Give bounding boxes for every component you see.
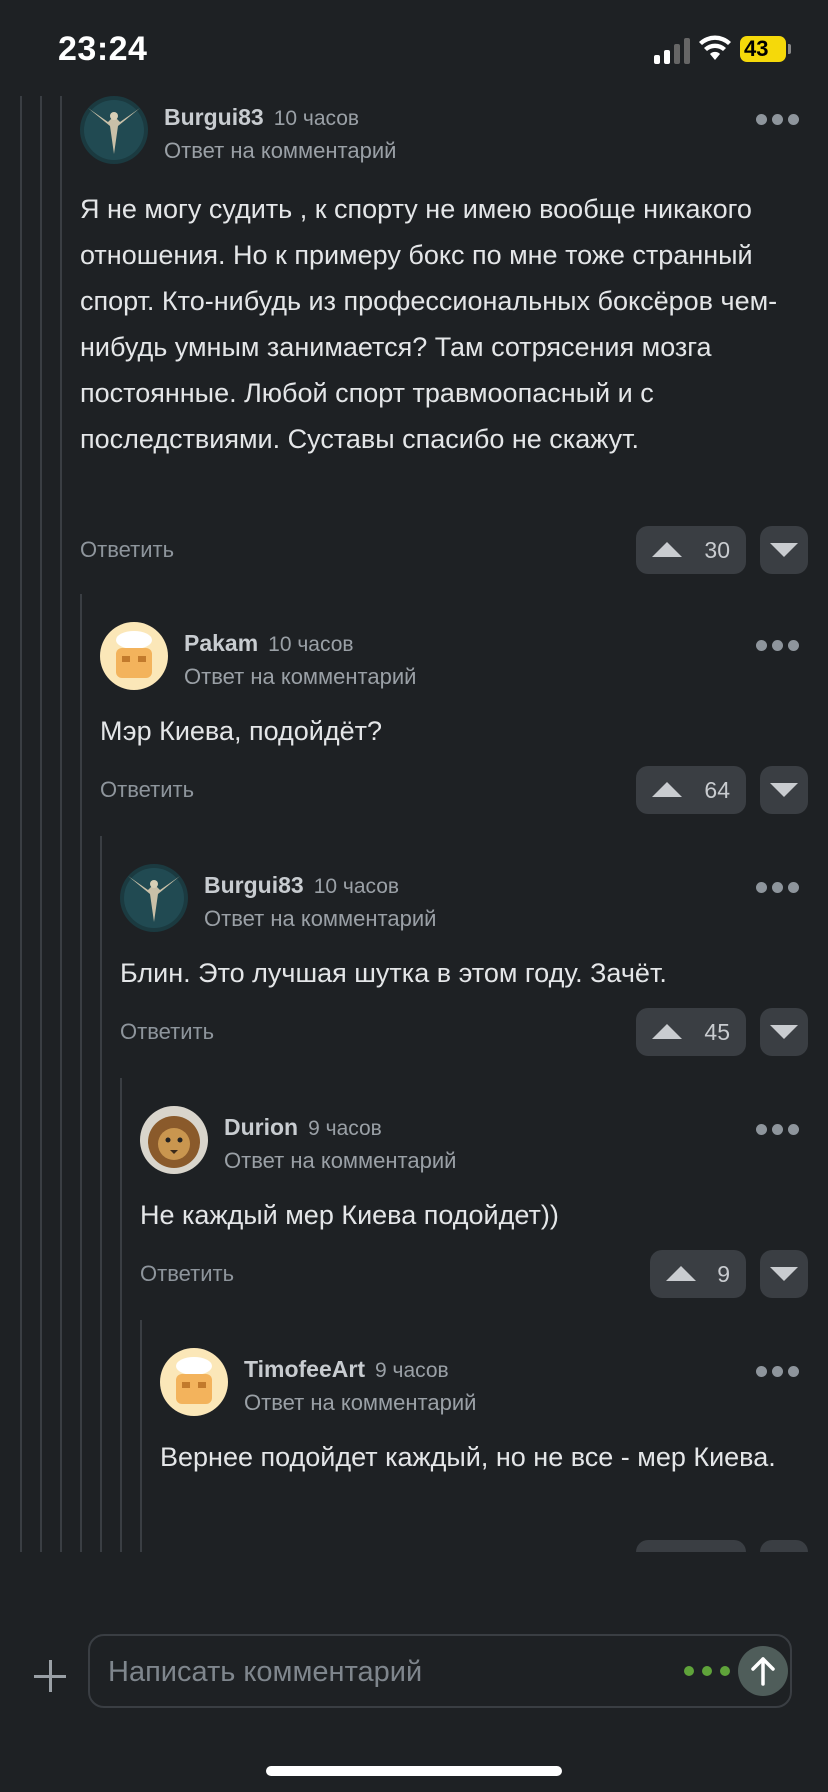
comment-author[interactable]: TimofeeArt 9 часов [244,1356,449,1383]
avatar[interactable] [160,1348,228,1416]
typing-dots-icon [684,1666,732,1678]
downvote-button[interactable] [760,526,808,574]
reply-button[interactable]: Ответить [120,1019,214,1045]
thread-line [140,1320,142,1552]
comment-time: 9 часов [308,1117,382,1140]
author-name[interactable]: Pakam [184,630,258,656]
comment-author[interactable]: Durion 9 часов [224,1114,382,1141]
comment: Pakam 10 часов Ответ на комментарий Мэр К… [100,622,808,822]
comment-text: Вернее подойдет каждый, но не все - мер … [160,1442,776,1472]
home-indicator[interactable] [266,1766,562,1776]
comment-thread: Burgui83 10 часов Ответ на комментарий Я … [0,96,828,1552]
comment: Burgui83 10 часов Ответ на комментарий Я … [80,96,808,576]
comment-composer: Написать комментарий [0,1552,828,1792]
vote-count: 45 [704,1019,730,1045]
upvote-icon [652,1024,682,1039]
add-attachment-icon[interactable] [30,1656,70,1696]
downvote-icon [770,1025,798,1039]
downvote-button[interactable] [760,1250,808,1298]
comment-time: 9 часов [375,1359,449,1382]
thread-line [20,96,22,1552]
upvote-icon [666,1266,696,1281]
downvote-icon [770,1267,798,1281]
downvote-icon [770,783,798,797]
upvote-button[interactable]: 30 [636,526,746,574]
author-name[interactable]: TimofeeArt [244,1356,365,1382]
comment-time: 10 часов [268,633,354,656]
comment-input[interactable]: Написать комментарий [88,1634,792,1708]
more-options-icon[interactable] [756,640,800,654]
upvote-button[interactable]: 9 [650,1250,746,1298]
author-name[interactable]: Burgui83 [164,104,264,130]
downvote-icon [770,543,798,557]
cellular-signal-icon [654,36,690,64]
upvote-icon [652,782,682,797]
upvote-button[interactable]: 64 [636,766,746,814]
upvote-icon [652,542,682,557]
comment-time: 10 часов [273,107,360,130]
battery-icon: 43 [740,36,791,62]
vote-count: 30 [704,537,730,563]
more-options-icon[interactable] [756,1366,800,1380]
comment-text: Блин. Это лучшая шутка в этом году. Зачё… [120,958,667,988]
reply-button[interactable]: Ответить [100,777,194,803]
reply-note: Ответ на комментарий [224,1148,457,1173]
more-options-icon[interactable] [756,1124,800,1138]
avatar[interactable] [140,1106,208,1174]
comment-author[interactable]: Pakam 10 часов [184,630,354,657]
comment: Durion 9 часов Ответ на комментарий Не ка… [140,1106,808,1306]
clock: 23:24 [58,30,148,68]
author-name[interactable]: Durion [224,1114,298,1140]
downvote-button[interactable] [760,1008,808,1056]
avatar[interactable] [100,622,168,690]
comment-text: Мэр Киева, подойдёт? [100,716,383,746]
comment: TimofeeArt 9 часов Ответ на комментарий В… [160,1348,808,1552]
wifi-icon [699,35,731,60]
author-name[interactable]: Burgui83 [204,872,304,898]
arrow-up-icon [751,1657,775,1686]
comment-author[interactable]: Burgui83 10 часов [164,104,359,131]
more-options-icon[interactable] [756,882,800,896]
reply-button[interactable]: Ответить [80,537,174,563]
comment: Burgui83 10 часов Ответ на комментарий Бл… [120,864,808,1064]
avatar[interactable] [80,96,148,164]
avatar[interactable] [120,864,188,932]
reply-note: Ответ на комментарий [244,1390,477,1415]
more-options-icon[interactable] [756,114,800,128]
comment-author[interactable]: Burgui83 10 часов [204,872,399,899]
downvote-button[interactable] [760,1540,808,1552]
thread-line [60,96,62,1552]
thread-line [80,594,82,1552]
reply-note: Ответ на комментарий [164,138,397,163]
comment-text: Я не могу судить , к спорту не имею вооб… [80,194,778,454]
comment-time: 10 часов [313,875,400,898]
thread-line [40,96,42,1552]
reply-button[interactable]: Ответить [140,1261,234,1287]
vote-count: 64 [704,777,730,803]
send-button[interactable] [738,1646,788,1696]
vote-count: 9 [717,1261,730,1287]
downvote-button[interactable] [760,766,808,814]
thread-line [100,836,102,1552]
status-bar: 23:24 43 [0,0,828,96]
thread-line [120,1078,122,1552]
upvote-button[interactable] [636,1540,746,1552]
reply-note: Ответ на комментарий [184,664,417,689]
reply-note: Ответ на комментарий [204,906,437,931]
battery-level: 43 [744,36,769,61]
comment-text: Не каждый мер Киева подойдет)) [140,1200,559,1230]
comment-input-placeholder[interactable]: Написать комментарий [108,1656,422,1689]
upvote-button[interactable]: 45 [636,1008,746,1056]
